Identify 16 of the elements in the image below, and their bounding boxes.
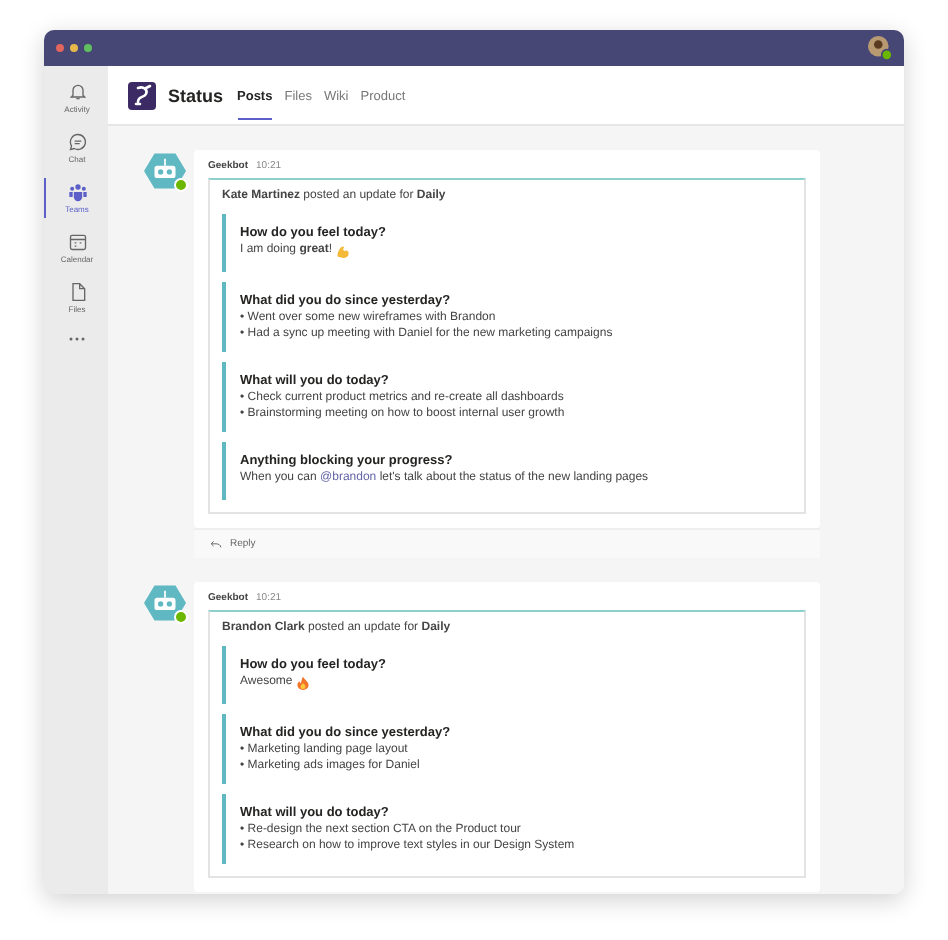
- fire-icon: [296, 675, 311, 689]
- bot-avatar-icon: [144, 582, 186, 624]
- bot-avatar-icon: [144, 150, 186, 192]
- minimize-button[interactable]: [70, 44, 78, 52]
- file-icon: [67, 282, 87, 302]
- user-avatar-icon[interactable]: [868, 36, 892, 60]
- maximize-button[interactable]: [84, 44, 92, 52]
- bell-icon: [67, 82, 87, 102]
- chat-icon: [67, 132, 87, 152]
- channel-title: Status: [168, 85, 224, 105]
- more-icon[interactable]: [67, 336, 85, 342]
- teams-icon: [67, 182, 87, 202]
- close-button[interactable]: [56, 44, 64, 52]
- reply-arrow-icon: [210, 539, 222, 549]
- app-logo-icon: [128, 81, 156, 109]
- calendar-icon: [67, 232, 87, 252]
